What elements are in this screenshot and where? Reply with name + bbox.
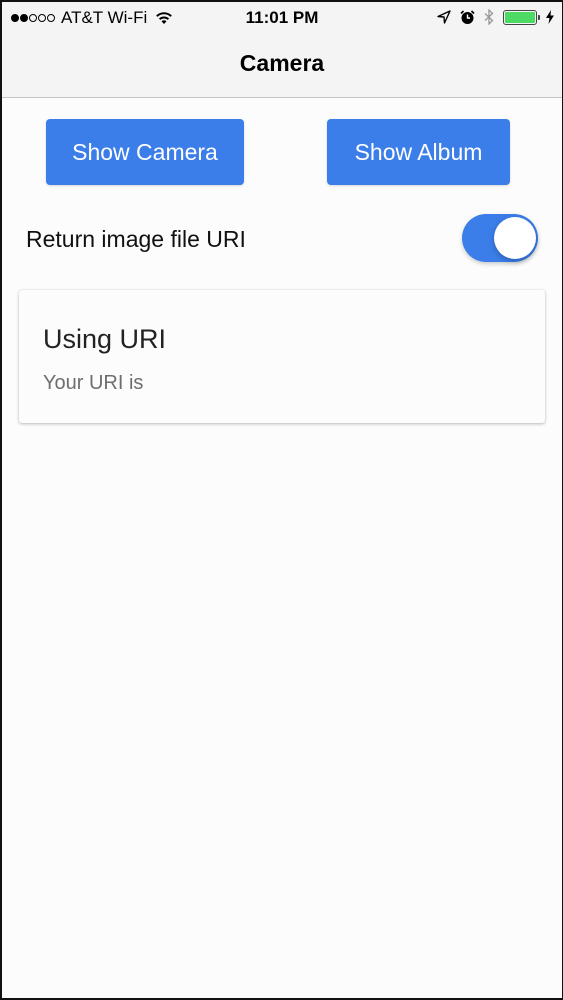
return-uri-toggle[interactable] bbox=[462, 214, 538, 262]
navigation-bar: Camera bbox=[2, 34, 562, 98]
alarm-icon bbox=[460, 9, 475, 24]
battery-fill bbox=[505, 11, 535, 23]
app-screen: AT&T Wi-Fi 11:01 PM Camera Show Camera S… bbox=[0, 0, 563, 1000]
return-uri-setting: Return image file URI bbox=[2, 214, 562, 266]
status-right bbox=[437, 9, 554, 25]
card-body-text: Your URI is bbox=[43, 372, 144, 394]
charging-bolt-icon bbox=[546, 10, 554, 24]
location-arrow-icon bbox=[437, 10, 451, 24]
show-album-button[interactable]: Show Album bbox=[327, 119, 510, 185]
toggle-knob[interactable] bbox=[494, 217, 536, 259]
show-camera-button[interactable]: Show Camera bbox=[46, 119, 244, 185]
return-uri-label: Return image file URI bbox=[26, 226, 246, 252]
bluetooth-icon bbox=[484, 9, 494, 25]
battery-icon bbox=[503, 9, 540, 25]
status-bar: AT&T Wi-Fi 11:01 PM bbox=[2, 2, 562, 34]
card-title: Using URI bbox=[43, 324, 167, 354]
uri-result-card: Using URI Your URI is bbox=[19, 290, 545, 423]
page-title: Camera bbox=[239, 50, 325, 76]
